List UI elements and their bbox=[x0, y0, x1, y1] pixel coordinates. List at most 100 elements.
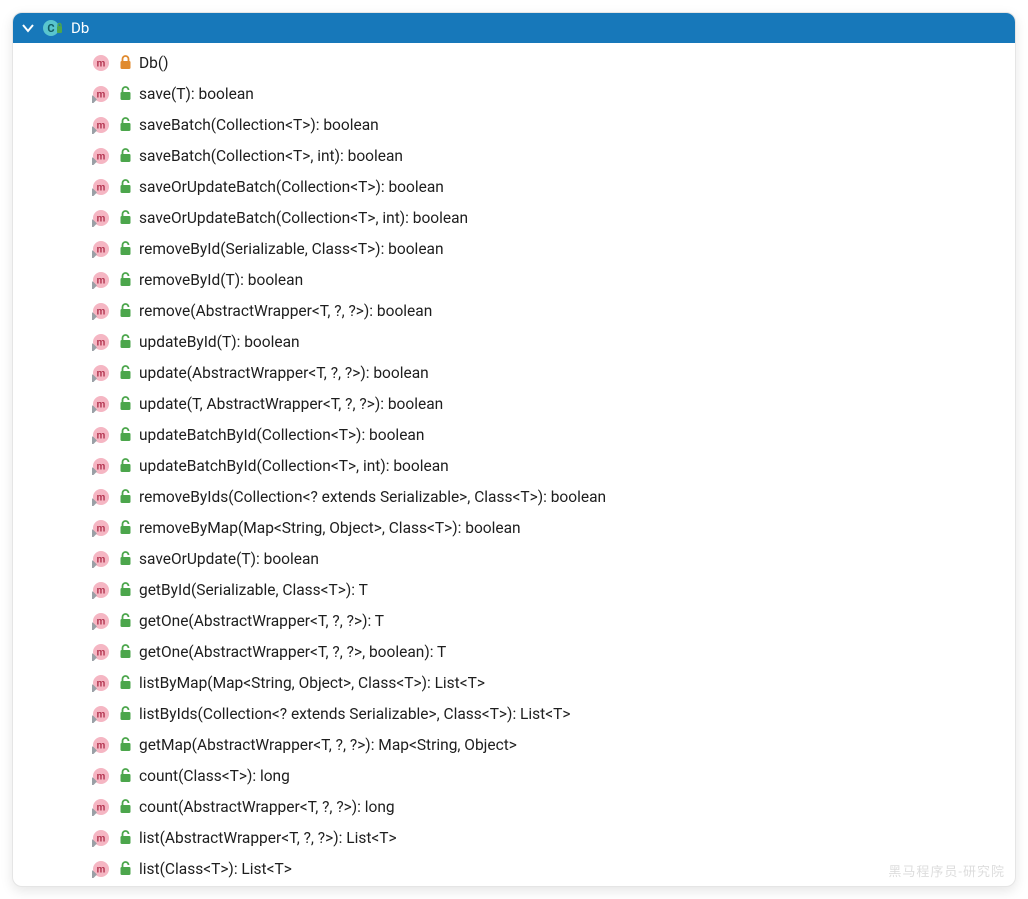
member-row[interactable]: m count(AbstractWrapper<T, ?, ?>): long bbox=[13, 791, 1015, 822]
lock-public-icon bbox=[117, 427, 133, 442]
member-row[interactable]: m saveOrUpdateBatch(Collection<T>): bool… bbox=[13, 171, 1015, 202]
lock-public-icon bbox=[117, 334, 133, 349]
member-label: listByIds(Collection<? extends Serializa… bbox=[139, 705, 570, 723]
member-label: getById(Serializable, Class<T>): T bbox=[139, 581, 368, 599]
class-title: Db bbox=[71, 19, 89, 37]
member-row[interactable]: m getMap(AbstractWrapper<T, ?, ?>): Map<… bbox=[13, 729, 1015, 760]
static-method-icon: m bbox=[91, 705, 111, 723]
static-method-icon: m bbox=[91, 829, 111, 847]
member-row[interactable]: m getById(Serializable, Class<T>): T bbox=[13, 574, 1015, 605]
member-row[interactable]: m list(Class<T>): List<T> bbox=[13, 853, 1015, 884]
member-label: removeByMap(Map<String, Object>, Class<T… bbox=[139, 519, 521, 537]
structure-panel: C Db m Db() m save(T): boolean m saveBat… bbox=[12, 12, 1016, 887]
lock-public-icon bbox=[117, 582, 133, 597]
member-row[interactable]: m count(Class<T>): long bbox=[13, 760, 1015, 791]
member-row[interactable]: m listByMap(Map<String, Object>, Class<T… bbox=[13, 667, 1015, 698]
member-label: remove(AbstractWrapper<T, ?, ?>): boolea… bbox=[139, 302, 432, 320]
lock-public-icon bbox=[117, 520, 133, 535]
svg-text:m: m bbox=[97, 399, 106, 410]
member-row[interactable]: m getOne(AbstractWrapper<T, ?, ?>, boole… bbox=[13, 636, 1015, 667]
lock-public-icon bbox=[117, 675, 133, 690]
member-row[interactable]: m updateById(T): boolean bbox=[13, 326, 1015, 357]
svg-text:m: m bbox=[97, 833, 106, 844]
svg-text:m: m bbox=[97, 647, 106, 658]
member-row[interactable]: m removeById(Serializable, Class<T>): bo… bbox=[13, 233, 1015, 264]
member-row[interactable]: m save(T): boolean bbox=[13, 78, 1015, 109]
member-row[interactable]: m removeByIds(Collection<? extends Seria… bbox=[13, 481, 1015, 512]
member-row[interactable]: m saveBatch(Collection<T>): boolean bbox=[13, 109, 1015, 140]
member-row[interactable]: m listByIds(Collection<? extends Seriali… bbox=[13, 698, 1015, 729]
lock-public-icon bbox=[117, 396, 133, 411]
svg-text:m: m bbox=[97, 802, 106, 813]
lock-public-icon bbox=[117, 148, 133, 163]
svg-text:m: m bbox=[97, 368, 106, 379]
member-label: update(T, AbstractWrapper<T, ?, ?>): boo… bbox=[139, 395, 443, 413]
svg-text:m: m bbox=[97, 709, 106, 720]
member-row[interactable]: m updateBatchById(Collection<T>, int): b… bbox=[13, 450, 1015, 481]
member-label: getMap(AbstractWrapper<T, ?, ?>): Map<St… bbox=[139, 736, 517, 754]
member-label: updateBatchById(Collection<T>): boolean bbox=[139, 426, 424, 444]
lock-public-icon bbox=[117, 241, 133, 256]
static-method-icon: m bbox=[91, 488, 111, 506]
member-label: updateById(T): boolean bbox=[139, 333, 300, 351]
member-row[interactable]: m update(AbstractWrapper<T, ?, ?>): bool… bbox=[13, 357, 1015, 388]
member-label: getOne(AbstractWrapper<T, ?, ?>, boolean… bbox=[139, 643, 446, 661]
lock-public-icon bbox=[117, 768, 133, 783]
svg-text:m: m bbox=[97, 306, 106, 317]
static-method-icon: m bbox=[91, 85, 111, 103]
member-label: getOne(AbstractWrapper<T, ?, ?>): T bbox=[139, 612, 384, 630]
member-row[interactable]: m updateBatchById(Collection<T>): boolea… bbox=[13, 419, 1015, 450]
member-row[interactable]: m removeById(T): boolean bbox=[13, 264, 1015, 295]
lock-public-icon bbox=[117, 179, 133, 194]
member-label: saveOrUpdate(T): boolean bbox=[139, 550, 319, 568]
member-row[interactable]: m remove(AbstractWrapper<T, ?, ?>): bool… bbox=[13, 295, 1015, 326]
static-method-icon: m bbox=[91, 643, 111, 661]
static-method-icon: m bbox=[91, 395, 111, 413]
watermark: 黑马程序员-研究院 bbox=[888, 861, 1005, 880]
lock-public-icon bbox=[117, 830, 133, 845]
member-label: list(Class<T>): List<T> bbox=[139, 860, 292, 878]
member-row[interactable]: m Db() bbox=[13, 47, 1015, 78]
member-row[interactable]: m update(T, AbstractWrapper<T, ?, ?>): b… bbox=[13, 388, 1015, 419]
class-header[interactable]: C Db bbox=[13, 13, 1015, 43]
member-label: save(T): boolean bbox=[139, 85, 254, 103]
member-label: list(AbstractWrapper<T, ?, ?>): List<T> bbox=[139, 829, 397, 847]
static-method-icon: m bbox=[91, 116, 111, 134]
member-row[interactable]: m removeByMap(Map<String, Object>, Class… bbox=[13, 512, 1015, 543]
member-label: removeById(Serializable, Class<T>): bool… bbox=[139, 240, 444, 258]
static-method-icon: m bbox=[91, 581, 111, 599]
static-method-icon: m bbox=[91, 612, 111, 630]
svg-text:m: m bbox=[97, 430, 106, 441]
lock-public-icon bbox=[117, 799, 133, 814]
member-label: saveOrUpdateBatch(Collection<T>): boolea… bbox=[139, 178, 444, 196]
member-row[interactable]: m saveOrUpdateBatch(Collection<T>, int):… bbox=[13, 202, 1015, 233]
member-label: saveBatch(Collection<T>, int): boolean bbox=[139, 147, 403, 165]
member-row[interactable]: m getOne(AbstractWrapper<T, ?, ?>): T bbox=[13, 605, 1015, 636]
member-row[interactable]: m list(AbstractWrapper<T, ?, ?>): List<T… bbox=[13, 822, 1015, 853]
member-label: updateBatchById(Collection<T>, int): boo… bbox=[139, 457, 449, 475]
lock-public-icon bbox=[117, 365, 133, 380]
member-label: Db() bbox=[139, 54, 169, 72]
member-label: listByMap(Map<String, Object>, Class<T>)… bbox=[139, 674, 485, 692]
collapse-icon[interactable] bbox=[21, 21, 35, 35]
member-row[interactable]: m saveOrUpdate(T): boolean bbox=[13, 543, 1015, 574]
lock-public-icon bbox=[117, 458, 133, 473]
static-method-icon: m bbox=[91, 426, 111, 444]
lock-private-icon bbox=[117, 55, 133, 70]
lock-public-icon bbox=[117, 706, 133, 721]
svg-text:m: m bbox=[97, 275, 106, 286]
svg-text:C: C bbox=[47, 22, 54, 35]
svg-text:m: m bbox=[97, 182, 106, 193]
member-label: saveOrUpdateBatch(Collection<T>, int): b… bbox=[139, 209, 468, 227]
static-method-icon: m bbox=[91, 674, 111, 692]
lock-public-icon bbox=[117, 86, 133, 101]
svg-text:m: m bbox=[97, 151, 106, 162]
static-method-icon: m bbox=[91, 736, 111, 754]
member-label: count(Class<T>): long bbox=[139, 767, 290, 785]
svg-text:m: m bbox=[97, 492, 106, 503]
static-method-icon: m bbox=[91, 209, 111, 227]
svg-text:m: m bbox=[97, 678, 106, 689]
svg-text:m: m bbox=[97, 864, 106, 875]
member-row[interactable]: m saveBatch(Collection<T>, int): boolean bbox=[13, 140, 1015, 171]
member-label: saveBatch(Collection<T>): boolean bbox=[139, 116, 379, 134]
